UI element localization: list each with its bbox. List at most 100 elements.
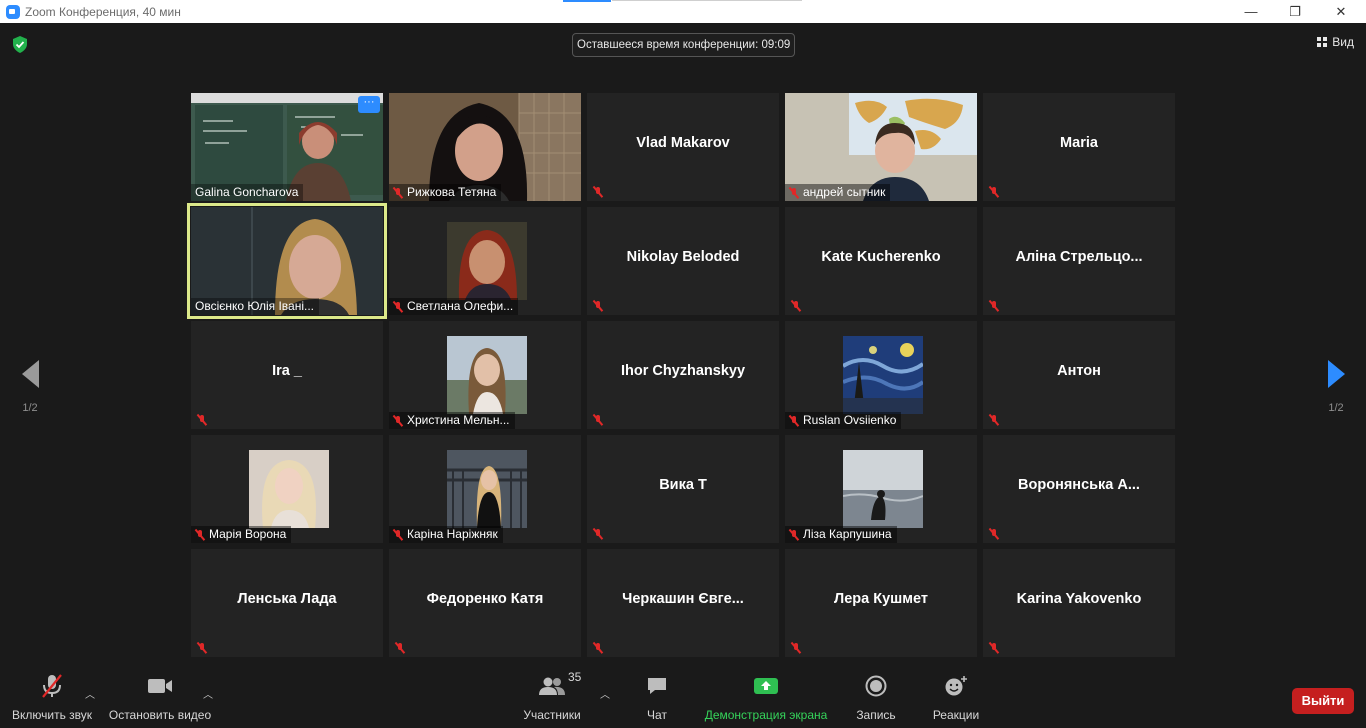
arrow-right-icon bbox=[1327, 360, 1345, 388]
participant-tile[interactable]: Рижкова Тетяна bbox=[389, 93, 581, 201]
participant-tile[interactable]: Воронянська А... bbox=[983, 435, 1175, 543]
participant-name: Karina Yakovenko bbox=[1016, 591, 1142, 607]
title-tab-divider bbox=[612, 0, 802, 1]
previous-page-button[interactable]: 1/2 bbox=[0, 332, 60, 442]
stop-video-label: Остановить видео bbox=[108, 708, 212, 722]
participants-button[interactable]: 35 Участники bbox=[520, 658, 584, 728]
participant-name: Ruslan Ovsiienko bbox=[803, 413, 897, 427]
participant-tile[interactable]: ··· Galina Goncharova bbox=[191, 93, 383, 201]
stop-video-button[interactable]: Остановить видео bbox=[106, 658, 214, 728]
participant-tile[interactable]: Ліза Карпушина bbox=[785, 435, 977, 543]
record-button[interactable]: Запись bbox=[850, 658, 902, 728]
minimize-button[interactable]: — bbox=[1228, 0, 1274, 23]
window-title: Zoom Конференция, 40 мин bbox=[25, 4, 181, 19]
participant-label: Ruslan Ovsiienko bbox=[785, 412, 902, 429]
page-indicator-right: 1/2 bbox=[1328, 402, 1344, 414]
audio-options-caret-icon[interactable]: ︿ bbox=[85, 686, 95, 701]
participant-name: Рижкова Тетяна bbox=[407, 185, 497, 199]
participant-name: Воронянська А... bbox=[1018, 477, 1140, 493]
chat-button[interactable]: Чат bbox=[632, 658, 682, 728]
next-page-button[interactable]: 1/2 bbox=[1306, 332, 1366, 442]
mic-muted-icon bbox=[989, 528, 999, 540]
participant-tile[interactable]: Аліна Стрельцо... bbox=[983, 207, 1175, 315]
participant-tile[interactable]: Каріна Наріжняк bbox=[389, 435, 581, 543]
participant-tile[interactable]: Лера Кушмет bbox=[785, 549, 977, 657]
participant-label: андрей сытник bbox=[785, 184, 891, 201]
participant-tile[interactable]: Ленська Лада bbox=[191, 549, 383, 657]
reactions-button[interactable]: Реакции bbox=[928, 658, 984, 728]
mic-muted-icon bbox=[195, 529, 205, 541]
mic-muted-icon bbox=[593, 414, 603, 426]
participant-tile[interactable]: Kate Kucherenko bbox=[785, 207, 977, 315]
page-indicator-left: 1/2 bbox=[22, 402, 38, 414]
meeting-stage: Оставшееся время конференции: 09:09 Вид … bbox=[0, 23, 1366, 658]
participant-tile[interactable]: Karina Yakovenko bbox=[983, 549, 1175, 657]
participant-tile[interactable]: Федоренко Катя bbox=[389, 549, 581, 657]
more-options-button[interactable]: ··· bbox=[358, 96, 380, 113]
participant-tile[interactable]: андрей сытник bbox=[785, 93, 977, 201]
mic-muted-icon bbox=[393, 415, 403, 427]
profile-photo-sea bbox=[843, 450, 923, 528]
participant-label: Galina Goncharova bbox=[191, 184, 304, 201]
participant-name: Аліна Стрельцо... bbox=[1015, 249, 1143, 265]
chat-label: Чат bbox=[647, 708, 667, 722]
leave-meeting-button[interactable]: Выйти bbox=[1292, 688, 1354, 714]
mic-muted-icon bbox=[593, 528, 603, 540]
participant-name: Федоренко Катя bbox=[426, 591, 544, 607]
participant-tile[interactable]: Марія Ворона bbox=[191, 435, 383, 543]
mic-muted-icon bbox=[197, 642, 207, 654]
profile-photo-woman bbox=[447, 222, 527, 300]
mic-muted-icon bbox=[593, 186, 603, 198]
mic-muted-icon bbox=[393, 187, 403, 199]
zoom-logo-icon bbox=[6, 4, 20, 19]
participant-name: Ленська Лада bbox=[237, 591, 337, 607]
participant-name: Христина Мельн... bbox=[407, 413, 510, 427]
emoji-reaction-icon bbox=[944, 674, 968, 698]
participant-name: Kate Kucherenko bbox=[821, 249, 941, 265]
participant-label: Ліза Карпушина bbox=[785, 526, 897, 543]
mic-muted-icon bbox=[395, 642, 405, 654]
participant-name: андрей сытник bbox=[803, 185, 886, 199]
mic-muted-icon bbox=[197, 414, 207, 426]
participant-tile[interactable]: Ira _ bbox=[191, 321, 383, 429]
mic-muted-icon bbox=[789, 187, 799, 199]
participant-name: Черкашин Євге... bbox=[622, 591, 744, 607]
participant-tile[interactable]: Ruslan Ovsiienko bbox=[785, 321, 977, 429]
participant-name: Вика Т bbox=[659, 477, 707, 493]
participant-name: Каріна Наріжняк bbox=[407, 527, 498, 541]
view-button[interactable]: Вид bbox=[1317, 35, 1354, 49]
participant-tile[interactable]: Вика Т bbox=[587, 435, 779, 543]
arrow-left-icon bbox=[21, 360, 39, 388]
mic-muted-icon bbox=[393, 529, 403, 541]
mic-muted-icon bbox=[791, 300, 801, 312]
mic-muted-icon bbox=[593, 300, 603, 312]
video-options-caret-icon[interactable]: ︿ bbox=[203, 686, 213, 701]
participant-tile[interactable]: Maria bbox=[983, 93, 1175, 201]
participants-options-caret-icon[interactable]: ︿ bbox=[600, 686, 610, 701]
unmute-label: Включить звук bbox=[11, 708, 93, 722]
participant-tile[interactable]: Vlad Makarov bbox=[587, 93, 779, 201]
mic-muted-icon bbox=[989, 186, 999, 198]
meeting-toolbar: Включить звук ︿ Остановить видео ︿ 35 Уч… bbox=[0, 658, 1366, 728]
participant-tile[interactable]: Светлана Олефи... bbox=[389, 207, 581, 315]
participant-tile[interactable]: Христина Мельн... bbox=[389, 321, 581, 429]
chat-bubble-icon bbox=[646, 674, 668, 698]
participant-tile[interactable]: Ihor Chyzhanskyy bbox=[587, 321, 779, 429]
gallery-view-icon bbox=[1317, 37, 1328, 47]
encryption-shield-icon[interactable] bbox=[12, 36, 28, 53]
participant-tile[interactable]: Черкашин Євге... bbox=[587, 549, 779, 657]
record-label: Запись bbox=[856, 708, 896, 722]
participant-tile[interactable]: Антон bbox=[983, 321, 1175, 429]
participant-tile[interactable]: Nikolay Beloded bbox=[587, 207, 779, 315]
participant-name: Ihor Chyzhanskyy bbox=[620, 363, 746, 379]
restore-button[interactable]: ❐ bbox=[1272, 0, 1318, 23]
mic-muted-icon bbox=[789, 415, 799, 427]
reactions-label: Реакции bbox=[932, 708, 980, 722]
participant-name: Марія Ворона bbox=[209, 527, 287, 541]
participant-name: Vlad Makarov bbox=[636, 135, 730, 151]
close-button[interactable]: ✕ bbox=[1318, 0, 1364, 23]
share-screen-button[interactable]: Демонстрация экрана bbox=[702, 658, 830, 728]
title-bar: Zoom Конференция, 40 мин — ❐ ✕ bbox=[0, 0, 1366, 23]
mic-muted-icon bbox=[593, 642, 603, 654]
participant-label: Христина Мельн... bbox=[389, 412, 515, 429]
